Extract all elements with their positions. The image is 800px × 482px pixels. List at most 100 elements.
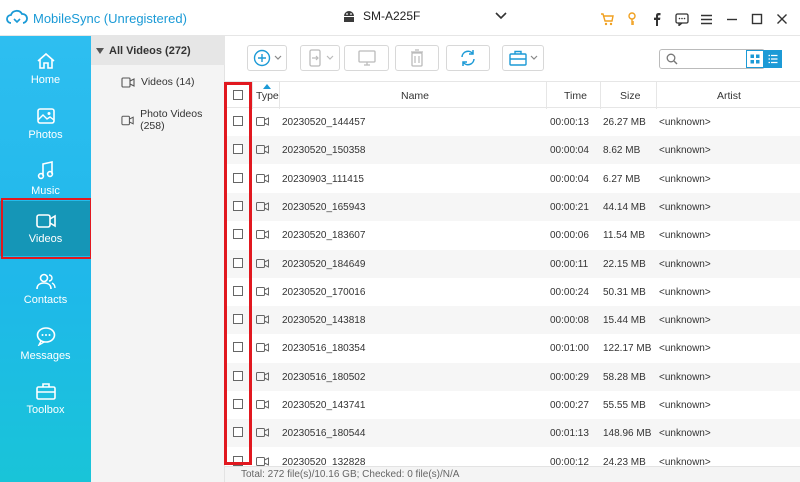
close-icon[interactable] — [769, 10, 794, 28]
facebook-icon[interactable] — [644, 10, 669, 28]
key-icon[interactable] — [619, 10, 644, 28]
file-duration: 00:00:08 — [550, 315, 589, 327]
file-artist: <unknown> — [659, 371, 711, 383]
column-artist[interactable]: Artist — [717, 90, 741, 102]
table-row[interactable]: 20230520_143818 00:00:08 15.44 MB <unknown> — [225, 306, 800, 335]
refresh-button[interactable] — [446, 45, 490, 71]
grid-view-button[interactable] — [746, 50, 764, 68]
folder-photo-videos[interactable]: Photo Videos (258) — [121, 108, 224, 132]
folder-videos[interactable]: Videos (14) — [121, 76, 195, 88]
device-name: SM-A225F — [363, 9, 421, 23]
delete-button[interactable] — [395, 45, 439, 71]
file-duration: 00:00:04 — [550, 145, 589, 157]
file-artist: <unknown> — [659, 117, 711, 128]
file-name: 20230903_111415 — [282, 173, 364, 185]
nav-item-toolbox[interactable]: Toolbox — [0, 371, 91, 426]
table-row[interactable]: 20230520_170016 00:00:24 50.31 MB <unknown> — [225, 278, 800, 306]
toolbar — [225, 36, 800, 81]
table-row[interactable]: 20230520_132828 00:00:12 24.23 MB <unknown> — [225, 448, 800, 466]
cart-icon[interactable] — [594, 10, 619, 28]
file-duration: 00:00:06 — [550, 230, 589, 242]
table-row[interactable]: 20230516_180544 00:01:13 148.96 MB <unknown… — [225, 419, 800, 448]
file-size: 6.27 MB — [603, 173, 641, 185]
maximize-icon[interactable] — [744, 10, 769, 28]
feedback-icon[interactable] — [669, 10, 694, 28]
table-row[interactable]: 20230516_180354 00:01:00 122.17 MB <unknown… — [225, 334, 800, 362]
file-duration: 00:00:24 — [550, 286, 589, 298]
add-button[interactable] — [247, 45, 287, 71]
table-row[interactable]: 20230516_180502 00:00:29 58.28 MB <unknown> — [225, 362, 800, 391]
nav-item-home[interactable]: Home — [0, 41, 91, 96]
column-type[interactable]: Type — [256, 90, 279, 102]
file-duration: 00:01:13 — [550, 428, 589, 440]
minimize-icon[interactable] — [719, 10, 744, 28]
plus-circle-icon — [253, 49, 270, 67]
file-size: 44.14 MB — [603, 201, 646, 213]
file-duration: 00:00:13 — [550, 117, 589, 128]
column-name[interactable]: Name — [401, 90, 429, 102]
grid-icon — [750, 54, 760, 64]
contacts-icon — [35, 273, 56, 289]
phone-export-icon — [308, 49, 321, 67]
app-title: MobileSync (Unregistered) — [33, 11, 187, 26]
table-row[interactable]: 20230903_111415 00:00:04 6.27 MB <unknown> — [225, 165, 800, 193]
device-selector[interactable]: SM-A225F — [341, 9, 507, 23]
android-icon — [344, 11, 354, 22]
video-file-icon — [256, 400, 269, 409]
file-size: 8.62 MB — [603, 145, 641, 157]
file-artist: <unknown> — [659, 315, 711, 327]
folder-panel: All Videos (272) Videos (14) Photo Video… — [91, 36, 225, 482]
toolkit-button[interactable] — [502, 45, 544, 71]
nav-item-messages[interactable]: Messages — [0, 316, 91, 371]
file-size: 11.54 MB — [603, 230, 646, 242]
menu-icon[interactable] — [694, 10, 719, 28]
video-file-icon — [256, 117, 269, 126]
search-icon — [666, 53, 678, 65]
file-duration: 00:00:27 — [550, 400, 589, 411]
column-time[interactable]: Time — [564, 90, 587, 102]
list-icon — [768, 54, 778, 64]
table-row[interactable]: 20230520_144457 00:00:13 26.27 MB <unknown> — [225, 108, 800, 136]
video-folder-icon — [121, 115, 134, 125]
photo-icon — [36, 107, 55, 124]
file-artist: <unknown> — [659, 258, 711, 270]
file-artist: <unknown> — [659, 456, 711, 466]
export-to-device-button[interactable] — [300, 45, 340, 71]
nav-item-contacts[interactable]: Contacts — [0, 261, 91, 316]
table-row[interactable]: 20230520_165943 00:00:21 44.14 MB <unknown> — [225, 192, 800, 221]
video-folder-icon — [121, 76, 135, 88]
list-view-button[interactable] — [764, 50, 782, 68]
table-row[interactable]: 20230520_150358 00:00:04 8.62 MB <unknown> — [225, 136, 800, 165]
expand-triangle-icon[interactable] — [96, 47, 104, 54]
home-icon — [36, 52, 55, 69]
file-size: 50.31 MB — [603, 286, 646, 298]
file-artist: <unknown> — [659, 400, 711, 411]
video-file-icon — [256, 201, 269, 211]
trash-icon — [411, 49, 423, 67]
file-artist: <unknown> — [659, 145, 711, 157]
toolbox-icon — [508, 50, 527, 66]
table-row[interactable]: 20230520_143741 00:00:27 55.55 MB <unknown> — [225, 391, 800, 419]
video-file-icon — [256, 371, 269, 381]
column-size[interactable]: Size — [620, 90, 640, 102]
chevron-down-icon — [530, 55, 537, 60]
video-file-icon — [256, 315, 269, 325]
folder-all-videos[interactable]: All Videos (272) — [91, 36, 225, 65]
table-row[interactable]: 20230520_183607 00:00:06 11.54 MB <unknown> — [225, 221, 800, 249]
file-name: 20230520_143818 — [282, 315, 366, 327]
file-duration: 00:00:29 — [550, 371, 589, 383]
checkbox-column-highlight-box — [224, 82, 252, 465]
table-row[interactable]: 20230520_184649 00:00:11 22.15 MB <unknown> — [225, 249, 800, 278]
video-file-icon — [256, 343, 269, 353]
chevron-down-icon[interactable] — [495, 12, 507, 20]
nav-item-photos[interactable]: Photos — [0, 96, 91, 151]
file-name: 20230520_183607 — [282, 230, 366, 242]
file-name: 20230516_180502 — [282, 371, 366, 383]
file-artist: <unknown> — [659, 286, 711, 298]
chevron-down-icon — [326, 55, 333, 60]
file-size: 58.28 MB — [603, 371, 646, 383]
refresh-icon — [461, 50, 475, 66]
file-duration: 00:00:11 — [550, 258, 589, 270]
file-name: 20230516_180354 — [282, 343, 366, 355]
export-to-pc-button[interactable] — [344, 45, 389, 71]
